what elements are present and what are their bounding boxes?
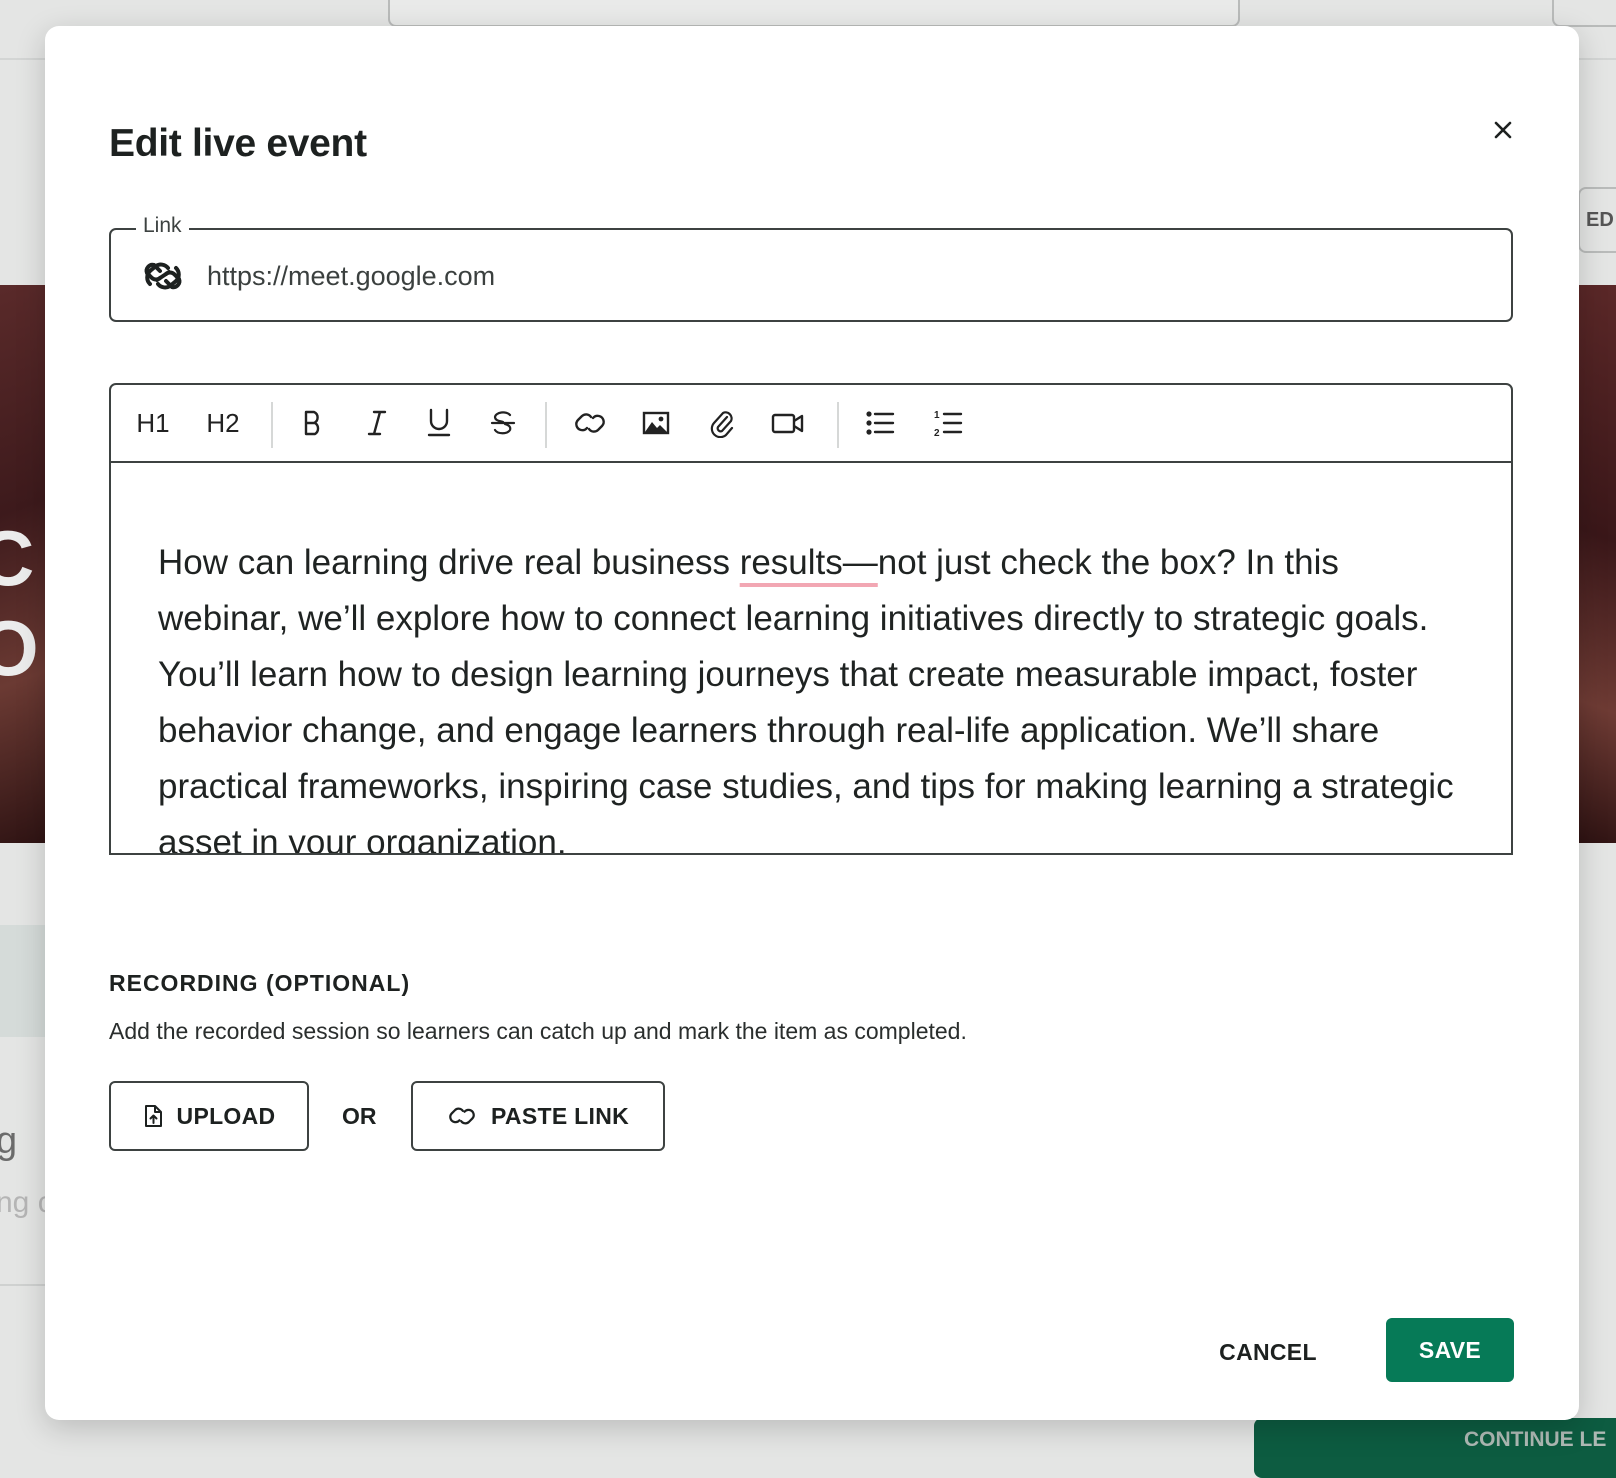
bold-icon [304, 410, 320, 436]
close-button[interactable] [1483, 110, 1523, 150]
heading-2-button[interactable]: H2 [201, 399, 245, 447]
upload-button-label: UPLOAD [176, 1102, 276, 1129]
underline-icon [427, 408, 451, 437]
insert-video-button[interactable] [761, 399, 815, 447]
editor-content[interactable]: How can learning drive real business res… [158, 535, 1478, 855]
recording-section-description: Add the recorded session so learners can… [109, 1018, 967, 1044]
numbered-list-button[interactable]: 1 2 [923, 399, 973, 447]
bullet-list-button[interactable] [855, 399, 905, 447]
file-upload-icon [144, 1105, 162, 1127]
heading-1-label: H1 [136, 407, 170, 438]
editor-text: not just check the box? In this webinar,… [158, 543, 1454, 855]
editor-text: How can learning drive real business [158, 543, 740, 582]
description-editor: H1 H2 1 2 How can learning drive real bu… [109, 383, 1513, 855]
background-banner-text: C [0, 514, 35, 602]
attachment-icon [710, 411, 734, 438]
or-separator-label: OR [342, 1103, 377, 1129]
link-field[interactable]: Link [109, 214, 1513, 322]
link-input[interactable] [205, 250, 1489, 302]
editor-toolbar: H1 H2 1 2 [111, 385, 1511, 463]
modal-title: Edit live event [109, 122, 367, 165]
link-icon [449, 1107, 475, 1125]
link-icon [575, 413, 605, 433]
svg-text:1: 1 [934, 410, 940, 421]
background-banner-image-left: C O [0, 285, 48, 843]
video-icon [771, 413, 804, 434]
background-continue-button: CONTINUE LE [1254, 1418, 1616, 1478]
edit-live-event-modal: Edit live event Link H1 H [45, 26, 1579, 1420]
italic-icon [367, 410, 387, 436]
close-icon [1494, 121, 1512, 139]
svg-text:2: 2 [934, 428, 940, 437]
background-top-right-box [1552, 0, 1616, 27]
insert-link-button[interactable] [565, 399, 615, 447]
background-edit-button: ED [1578, 187, 1616, 253]
background-banner-text: O [0, 604, 39, 692]
background-banner-image-right [1578, 285, 1616, 843]
save-button-label: SAVE [1418, 1336, 1482, 1363]
background-text: g [0, 1120, 18, 1162]
bold-button[interactable] [291, 399, 335, 447]
image-icon [642, 411, 670, 435]
recording-section-title: RECORDING (OPTIONAL) [109, 970, 411, 996]
heading-2-label: H2 [206, 407, 240, 438]
underline-button[interactable] [417, 399, 461, 447]
insert-image-button[interactable] [631, 399, 681, 447]
background-panel [0, 925, 48, 1037]
cancel-button-label: CANCEL [1219, 1338, 1317, 1365]
bullet-list-icon [866, 411, 895, 435]
paste-link-button[interactable]: PASTE LINK [411, 1081, 665, 1151]
cancel-button[interactable]: CANCEL [1206, 1321, 1330, 1383]
upload-button[interactable]: UPLOAD [109, 1081, 309, 1151]
italic-button[interactable] [355, 399, 399, 447]
paste-link-button-label: PASTE LINK [490, 1102, 630, 1129]
toolbar-separator [545, 402, 547, 448]
toolbar-separator [837, 402, 839, 448]
strikethrough-icon [490, 411, 516, 435]
link-icon [144, 262, 182, 290]
link-field-label: Link [136, 214, 189, 238]
background-divider [0, 1284, 48, 1286]
save-button[interactable]: SAVE [1386, 1318, 1514, 1382]
toolbar-separator [271, 402, 273, 448]
strikethrough-button[interactable] [481, 399, 525, 447]
numbered-list-icon: 1 2 [934, 410, 963, 437]
misspelled-word: results— [739, 543, 878, 582]
background-search-box [388, 0, 1240, 27]
heading-1-button[interactable]: H1 [133, 399, 173, 447]
attach-file-button[interactable] [697, 399, 747, 447]
